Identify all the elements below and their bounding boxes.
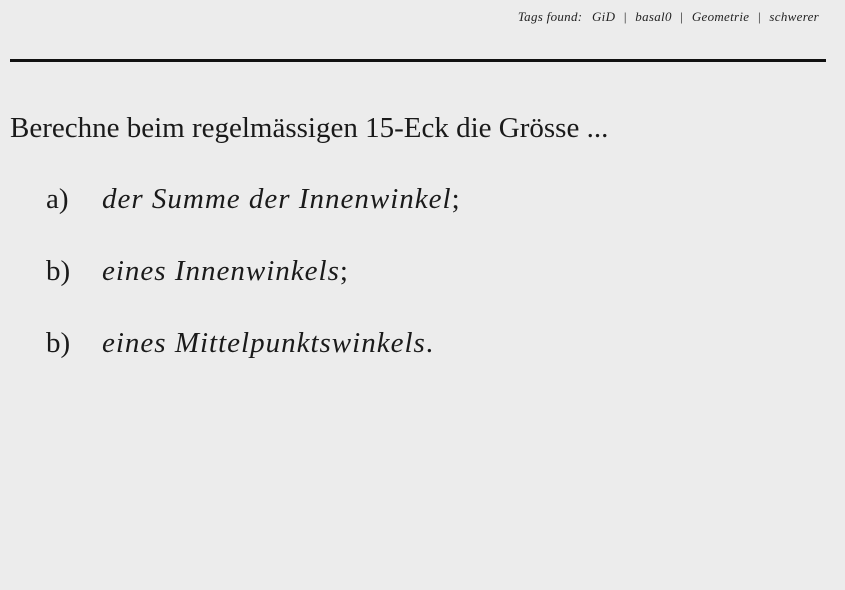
item-punctuation: ; (451, 183, 460, 215)
item-text: eines Mittelpunktswinkels (102, 327, 426, 359)
item-text: eines Innenwinkels (102, 255, 340, 287)
tags-line: Tags found: GiD | basal0 | Geometrie | s… (518, 9, 819, 25)
item-punctuation: . (425, 327, 434, 359)
tag-separator: | (757, 9, 761, 24)
tag-gid: GiD (591, 9, 616, 24)
tag-geometrie: Geometrie (691, 9, 750, 24)
tag-separator: | (623, 9, 627, 24)
item-marker: b) (46, 327, 71, 359)
item-text: der Summe der Innenwinkel (102, 183, 452, 215)
question-item-a: a) der Summe der Innenwinkel; (46, 183, 460, 255)
item-marker: a) (46, 183, 69, 215)
header-divider (10, 59, 826, 62)
question-item-b: b) eines Innenwinkels; (46, 255, 460, 327)
question-items: a) der Summe der Innenwinkel; b) eines I… (46, 183, 460, 399)
tags-label: Tags found: (517, 9, 583, 24)
question-prompt: Berechne beim regelmässigen 15-Eck die G… (10, 112, 609, 144)
question-item-c: b) eines Mittelpunktswinkels. (46, 327, 460, 399)
tag-basal0: basal0 (635, 9, 672, 24)
tag-separator: | (680, 9, 684, 24)
item-marker: b) (46, 255, 71, 287)
tag-schwerer: schwerer (769, 9, 819, 24)
item-punctuation: ; (339, 255, 348, 287)
